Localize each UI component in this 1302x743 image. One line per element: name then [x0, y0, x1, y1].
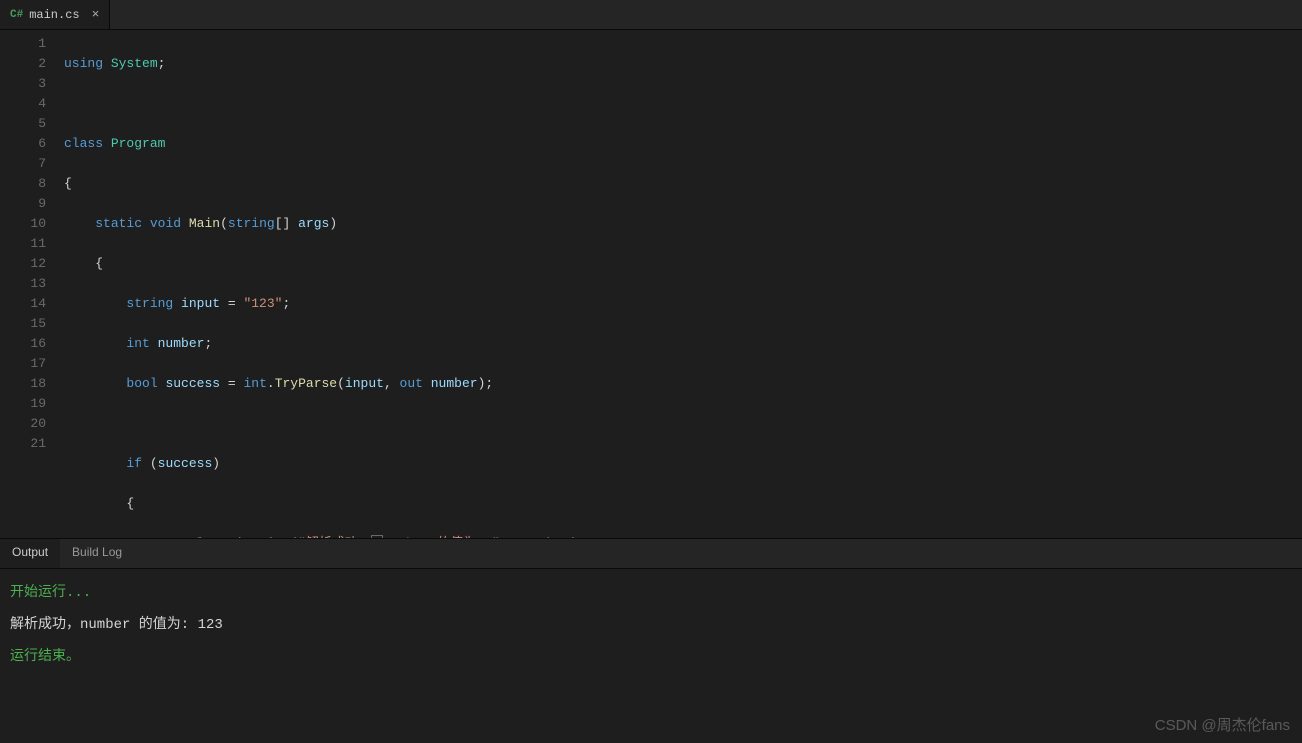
output-panel: Output Build Log 开始运行... 解析成功，number 的值为…: [0, 538, 1302, 743]
close-icon[interactable]: ×: [92, 7, 100, 22]
tab-output[interactable]: Output: [0, 539, 60, 568]
panel-tab-bar: Output Build Log: [0, 539, 1302, 569]
line-gutter: 123456789101112131415161718192021: [0, 30, 64, 538]
output-content: 开始运行... 解析成功，number 的值为: 123 运行结束。: [0, 569, 1302, 743]
output-line: 开始运行...: [10, 579, 1292, 607]
watermark: CSDN @周杰伦fans: [1155, 714, 1290, 735]
csharp-icon: C#: [10, 9, 23, 21]
file-tab[interactable]: C# main.cs ×: [0, 0, 110, 29]
output-line: 运行结束。: [10, 643, 1292, 671]
tab-filename: main.cs: [29, 8, 79, 22]
code-area[interactable]: using System; class Program { static voi…: [64, 30, 1302, 538]
code-editor[interactable]: 123456789101112131415161718192021 using …: [0, 30, 1302, 538]
tab-bar: C# main.cs ×: [0, 0, 1302, 30]
output-line: 解析成功，number 的值为: 123: [10, 611, 1292, 639]
tab-build-log[interactable]: Build Log: [60, 539, 134, 568]
